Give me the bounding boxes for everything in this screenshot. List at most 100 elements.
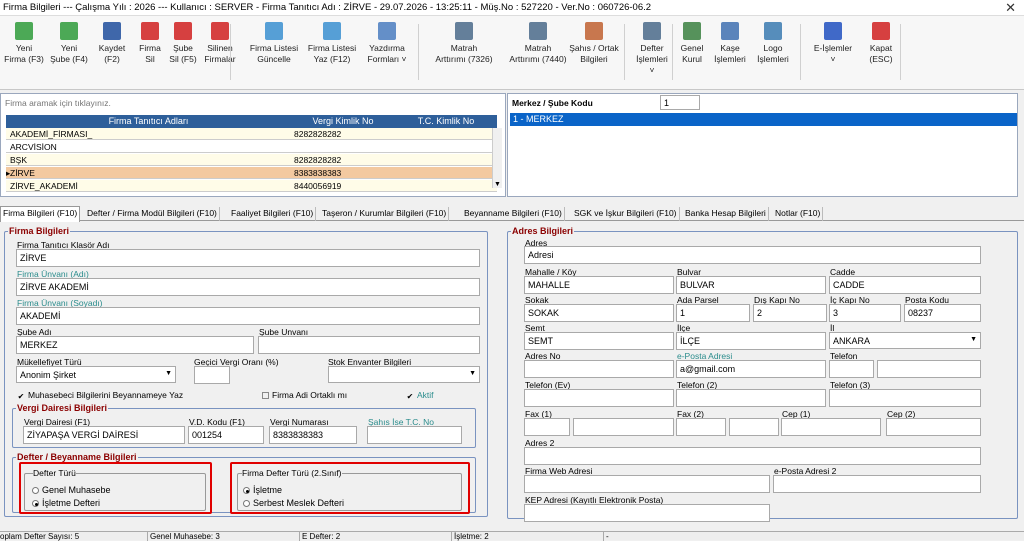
tab-6[interactable]: Banka Hesap Bilgileri (683, 207, 769, 221)
new-branch-button[interactable]: Yeni Şube (F4) (50, 22, 88, 65)
toolbar-label-1: Şahıs / Ortak (569, 43, 619, 53)
cadde-input[interactable] (829, 276, 981, 294)
stamp-button[interactable]: Kaşe İşlemleri (712, 22, 748, 65)
toolbar-label-2: İşlemleri ˅ (636, 54, 668, 75)
unvan-soyadi-input[interactable] (16, 307, 480, 325)
fax-1-input[interactable] (573, 418, 674, 436)
col-header-vkn[interactable]: Vergi Kimlik No (293, 116, 393, 126)
sokak-input[interactable] (524, 304, 674, 322)
bulvar-input[interactable] (676, 276, 826, 294)
table-row[interactable]: ZİRVE_AKADEMİ 8440056919 (6, 180, 497, 192)
fax-2-code-input[interactable] (676, 418, 726, 436)
branch-code-input[interactable] (660, 95, 700, 110)
mahalle-input[interactable] (524, 276, 674, 294)
grid-scrollbar[interactable]: ▼ (492, 128, 502, 188)
print-list-button[interactable]: Firma Listesi Yaz (F12) (305, 22, 359, 65)
new-firm-button[interactable]: Yeni Firma (F3) (4, 22, 44, 65)
adres-no-input[interactable] (524, 360, 674, 378)
tax-base-7440-button[interactable]: Matrah Arttırımı (7440) (506, 22, 570, 65)
ilce-input[interactable] (676, 332, 826, 350)
partners-button[interactable]: Şahıs / Ortak Bilgileri (566, 22, 622, 65)
fax-2-input[interactable] (729, 418, 779, 436)
gecici-vergi-input[interactable] (194, 366, 230, 384)
vergi-dairesi-input[interactable] (23, 426, 185, 444)
toolbar-label-1: Matrah (450, 43, 478, 53)
logo-button[interactable]: Logo İşlemleri (752, 22, 794, 65)
dis-kapi-input[interactable] (753, 304, 827, 322)
tab-3[interactable]: Taşeron / Kurumlar Bilgileri (F10) (320, 207, 450, 221)
partners-icon (585, 22, 603, 40)
branch-item-merkez[interactable]: 1 - MERKEZ (510, 113, 1017, 126)
ortakli-checkbox[interactable]: Firma Adi Ortaklı mı (262, 390, 347, 400)
muhasebeci-checkbox[interactable]: ✔ Muhasebeci Bilgilerini Beyannameye Yaz (17, 390, 184, 401)
branch-code-label: Merkez / Şube Kodu (512, 98, 593, 108)
mukellefiyet-value: Anonim Şirket (20, 370, 77, 380)
highlight-box (19, 462, 212, 514)
posta-kodu-input[interactable] (904, 304, 981, 322)
adres-2-input[interactable] (524, 447, 981, 465)
kep-input[interactable] (524, 504, 770, 522)
refresh-list-button[interactable]: Firma Listesi Güncelle (247, 22, 301, 65)
stok-select[interactable]: ▼ (328, 366, 480, 383)
table-row[interactable]: BŞK 8282828282 (6, 154, 497, 166)
table-row[interactable]: AKADEMİ_FİRMASI_ 8282828282 (6, 128, 497, 140)
scroll-down-icon[interactable]: ▼ (494, 181, 501, 188)
unvan-adi-input[interactable] (16, 278, 480, 296)
print-list-icon (323, 22, 341, 40)
close-window-icon[interactable]: ✕ (1005, 0, 1016, 16)
adres-section-title: Adres Bilgileri (511, 226, 575, 236)
web-input[interactable] (524, 475, 770, 493)
mukellefiyet-select[interactable]: Anonim Şirket ▼ (16, 366, 176, 383)
col-header-name[interactable]: Firma Tanıtıcı Adları (6, 116, 291, 126)
il-select[interactable]: ANKARA ▼ (829, 332, 981, 349)
ic-kapi-input[interactable] (829, 304, 901, 322)
e-operations-button[interactable]: E-İşlemler ˅ (808, 22, 858, 65)
tab-1[interactable]: Defter / Firma Modül Bilgileri (F10) (85, 207, 220, 221)
firm-search-input[interactable] (2, 95, 504, 110)
telefon-ev-input[interactable] (524, 389, 674, 407)
tab-5[interactable]: SGK ve İşkur Bilgileri (F10) (572, 207, 680, 221)
tax-base-7440-icon (529, 22, 547, 40)
new-branch-icon (60, 22, 78, 40)
table-row[interactable]: ARCVİSİON (6, 141, 497, 153)
print-forms-button[interactable]: Yazdırma Formları ˅ (363, 22, 411, 65)
sube-adi-input[interactable] (16, 336, 254, 354)
cep-1-input[interactable] (781, 418, 881, 436)
eposta-input[interactable] (676, 360, 826, 378)
deleted-firms-button[interactable]: Silinen Firmalar (200, 22, 240, 65)
delete-branch-button[interactable]: Şube Sil (F5) (168, 22, 198, 65)
tax-base-7326-button[interactable]: Matrah Arttırımı (7326) (432, 22, 496, 65)
fax-1-code-input[interactable] (524, 418, 570, 436)
col-header-tc[interactable]: T.C. Kimlik No (395, 116, 497, 126)
tab-7[interactable]: Notlar (F10) (773, 207, 824, 221)
eposta-2-input[interactable] (773, 475, 981, 493)
highlight-box (230, 462, 470, 514)
telefon-input[interactable] (877, 360, 981, 378)
ada-parsel-input[interactable] (676, 304, 750, 322)
save-button[interactable]: Kaydet (F2) (94, 22, 130, 65)
toolbar: Yeni Firma (F3) Yeni Şube (F4) Kaydet (F2) Fir… (0, 16, 1024, 90)
cell-vkn: 8383838383 (294, 168, 342, 178)
tab-0[interactable]: Firma Bilgileri (F10) (0, 206, 81, 222)
klasor-input[interactable] (16, 249, 480, 267)
cep-2-input[interactable] (886, 418, 981, 436)
sahis-tc-input[interactable] (367, 426, 462, 444)
adres-input[interactable] (524, 246, 981, 264)
vergi-no-input[interactable] (269, 426, 357, 444)
telefon-code-input[interactable] (829, 360, 874, 378)
print-forms-icon (378, 22, 396, 40)
toolbar-label-2: Yaz (F12) (313, 54, 351, 64)
tab-2[interactable]: Faaliyet Bilgileri (F10) (229, 207, 317, 221)
delete-firm-button[interactable]: Firma Sil (136, 22, 164, 65)
semt-input[interactable] (524, 332, 674, 350)
vd-kodu-input[interactable] (188, 426, 264, 444)
aktif-checkbox[interactable]: ✔ Aktif (406, 390, 434, 401)
tab-4[interactable]: Beyanname Bilgileri (F10) (462, 207, 565, 221)
table-row[interactable]: ▸ ZİRVE 8383838383 (6, 167, 497, 179)
telefon-2-input[interactable] (676, 389, 826, 407)
ledger-button[interactable]: Defter İşlemleri ˅ (633, 22, 671, 76)
general-assembly-button[interactable]: Genel Kurul (678, 22, 706, 65)
sube-unvani-input[interactable] (258, 336, 480, 354)
close-app-button[interactable]: Kapat (ESC) (862, 22, 900, 65)
telefon-3-input[interactable] (829, 389, 981, 407)
